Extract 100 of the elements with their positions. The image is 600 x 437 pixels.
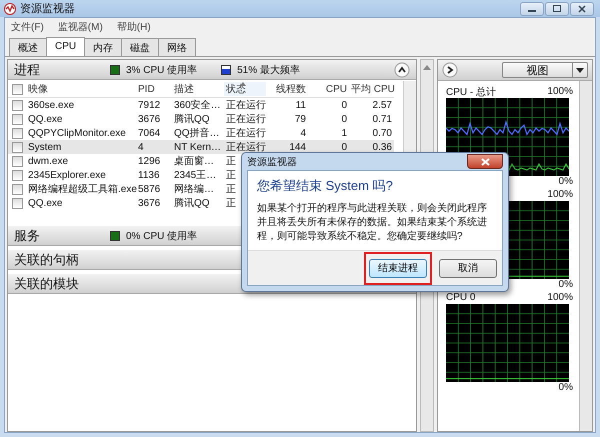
checkbox[interactable]	[12, 114, 22, 124]
scrollbar[interactable]	[579, 81, 592, 431]
table-cell: 正	[226, 170, 236, 181]
table-cell: 0.70	[372, 128, 392, 138]
table-cell: 正在运行	[226, 100, 266, 111]
cpu-usage-label: 3% CPU 使用率	[126, 64, 198, 76]
table-cell: 正	[226, 198, 236, 209]
table-cell: 网络编…	[174, 184, 214, 195]
collapse-icon[interactable]	[394, 62, 410, 78]
checkbox[interactable]	[12, 156, 22, 166]
checkbox[interactable]	[12, 128, 22, 138]
table-cell: System	[28, 142, 62, 152]
table-cell: QQ.exe	[28, 198, 62, 208]
window-title: 资源监视器	[20, 2, 75, 16]
table-cell: QQ拼音…	[174, 128, 220, 139]
checkbox[interactable]	[12, 184, 22, 194]
dialog-title: 资源监视器	[247, 156, 297, 168]
table-cell: 11	[296, 100, 306, 110]
table-cell: 正	[226, 156, 236, 167]
menu-item[interactable]: 帮助(H)	[116, 20, 151, 34]
table-cell: 1136	[138, 170, 160, 180]
tab[interactable]: 磁盘	[121, 38, 160, 56]
checkbox[interactable]	[12, 170, 22, 180]
table-cell: 1	[341, 128, 347, 138]
menu-item[interactable]: 监视器(M)	[58, 20, 103, 34]
table-cell: dwm.exe	[28, 156, 68, 166]
section-header[interactable]: 进程 3% CPU 使用率 51% 最大频率	[8, 60, 416, 80]
scroll-up-icon[interactable]	[423, 64, 431, 70]
dialog-button[interactable]: 取消	[439, 258, 497, 278]
column-header[interactable]: 线程数	[266, 82, 308, 96]
menu-item[interactable]: 文件(F)	[11, 20, 44, 34]
column-header[interactable]: 平均 CPU	[349, 82, 394, 96]
axis-label: 100%	[547, 86, 573, 97]
expand-icon[interactable]	[442, 62, 458, 78]
table-cell: 7064	[138, 128, 160, 138]
axis-label: 0%	[558, 176, 573, 187]
table-cell: 4	[138, 142, 144, 152]
section-title: 进程	[14, 60, 41, 78]
table-cell: 0	[341, 114, 347, 124]
table-cell: 腾讯QQ	[174, 114, 210, 125]
table-cell: NT Kern…	[174, 142, 222, 152]
process-row[interactable]: QQPYClipMonitor.exe 7064 QQ拼音… 正在运行 4 1 0.70	[8, 126, 394, 140]
table-cell: 正在运行	[226, 128, 266, 139]
checkbox[interactable]	[12, 142, 22, 152]
sort-icon	[240, 82, 246, 86]
table-cell: 腾讯QQ	[174, 198, 210, 209]
view-button[interactable]: 视图	[502, 62, 588, 78]
table-cell: 5876	[138, 184, 160, 194]
table-cell: 2345王…	[174, 170, 216, 181]
axis-label: 100%	[547, 292, 573, 303]
usage-swatch	[110, 64, 120, 74]
axis-label: 0%	[558, 279, 573, 290]
table-cell: QQPYClipMonitor.exe	[28, 128, 126, 138]
tab[interactable]: 网络	[158, 38, 196, 56]
minimize-button[interactable]	[520, 2, 544, 16]
column-header[interactable]: 描述	[172, 82, 224, 96]
table-cell: 网络编程超级工具箱.exe	[28, 184, 137, 195]
table-cell: 360安全…	[174, 100, 221, 111]
dialog-button[interactable]: 结束进程	[369, 258, 427, 278]
table-cell: 2.57	[372, 100, 392, 110]
section-title: 服务	[14, 226, 41, 244]
column-header[interactable]: 映像	[26, 82, 136, 96]
checkbox[interactable]	[12, 100, 22, 110]
process-row[interactable]: QQ.exe 3676 腾讯QQ 正在运行 79 0 0.71	[8, 112, 394, 126]
app-icon	[4, 2, 16, 14]
table-cell: 144	[289, 142, 306, 152]
axis-label: 100%	[547, 189, 573, 200]
column-header[interactable]: CPU	[308, 84, 349, 94]
close-button[interactable]	[467, 154, 503, 169]
table-cell: 正在运行	[226, 114, 266, 125]
close-icon	[578, 4, 586, 12]
maximize-button[interactable]	[545, 2, 569, 16]
table-cell: 2345Explorer.exe	[28, 170, 106, 180]
table-cell: 0.36	[372, 142, 392, 152]
tab[interactable]: 概述	[9, 38, 47, 56]
table-cell: 桌面窗…	[174, 156, 214, 167]
axis-label: 0%	[558, 382, 573, 393]
close-button[interactable]	[570, 2, 594, 16]
graph-title: CPU - 总计	[446, 86, 496, 98]
process-row[interactable]: 360se.exe 7912 360安全… 正在运行 11 0 2.57	[8, 98, 394, 112]
table-cell: 1296	[138, 156, 160, 166]
dialog-heading: 您希望结束 System 吗?	[257, 177, 394, 195]
table-cell: 3676	[138, 198, 160, 208]
section-title: 关联的句柄	[14, 250, 80, 268]
table-cell: QQ.exe	[28, 114, 62, 124]
tab[interactable]: 内存	[84, 38, 122, 56]
column-header[interactable]: PID	[136, 84, 172, 94]
table-cell: 7912	[138, 100, 160, 110]
cpu-usage-label: 0% CPU 使用率	[126, 230, 198, 242]
table-cell: 正	[226, 184, 236, 195]
table-cell: 4	[300, 128, 306, 138]
table-cell: 360se.exe	[28, 100, 74, 110]
graph-title: CPU 0	[446, 292, 476, 303]
tab[interactable]: CPU	[46, 37, 86, 56]
process-row[interactable]: System 4 NT Kern… 正在运行 144 0 0.36	[8, 140, 394, 154]
table-cell: 0	[341, 100, 347, 110]
close-icon	[480, 158, 490, 166]
checkbox[interactable]	[12, 84, 22, 94]
checkbox[interactable]	[12, 198, 22, 208]
dropdown-icon	[576, 68, 584, 72]
